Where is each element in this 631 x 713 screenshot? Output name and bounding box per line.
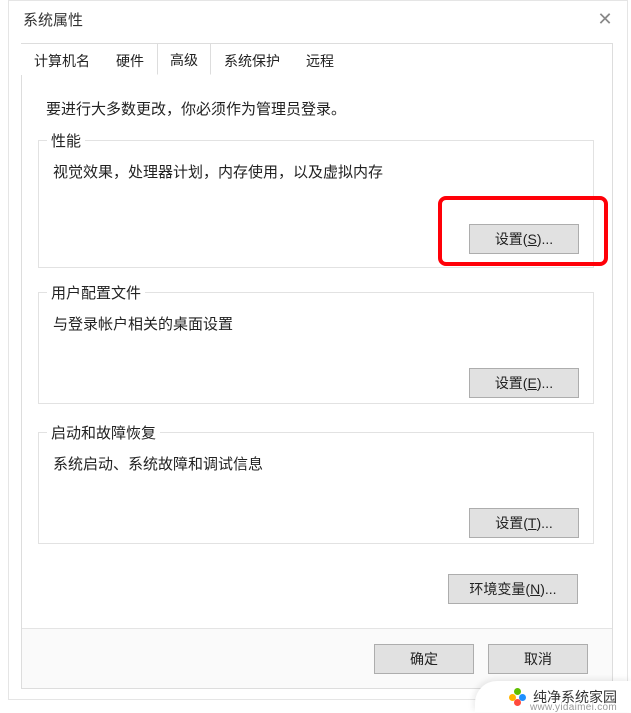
tab-computer-name[interactable]: 计算机名 [21,44,103,75]
group-user-profiles: 用户配置文件 与登录帐户相关的桌面设置 设置(E)... [38,292,594,404]
tab-advanced[interactable]: 高级 [157,43,211,75]
tab-hardware[interactable]: 硬件 [103,44,157,75]
window-title: 系统属性 [23,9,83,30]
ok-button[interactable]: 确定 [374,644,474,674]
window-close-button[interactable]: ✕ [591,5,619,33]
group-startup-recovery-desc: 系统启动、系统故障和调试信息 [53,453,579,474]
tab-system-protection[interactable]: 系统保护 [211,44,293,75]
group-user-profiles-legend: 用户配置文件 [47,282,145,303]
performance-settings-button[interactable]: 设置(S)... [469,224,579,254]
watermark-url: www.yidaimei.com [530,702,617,713]
admin-note: 要进行大多数更改，你必须作为管理员登录。 [46,98,346,119]
environment-variables-button[interactable]: 环境变量(N)... [448,574,578,604]
cancel-button[interactable]: 取消 [488,644,588,674]
group-performance-legend: 性能 [47,130,85,151]
tab-strip: 计算机名 硬件 高级 系统保护 远程 [21,43,347,75]
startup-recovery-settings-button[interactable]: 设置(T)... [469,508,579,538]
group-performance-desc: 视觉效果，处理器计划，内存使用，以及虚拟内存 [53,161,579,182]
close-icon: ✕ [597,9,612,30]
button-label: 设置(E)... [495,373,553,393]
button-label: 设置(S)... [495,229,553,249]
group-user-profiles-desc: 与登录帐户相关的桌面设置 [53,313,579,334]
group-performance: 性能 视觉效果，处理器计划，内存使用，以及虚拟内存 设置(S)... [38,140,594,268]
user-profiles-settings-button[interactable]: 设置(E)... [469,368,579,398]
group-startup-recovery: 启动和故障恢复 系统启动、系统故障和调试信息 设置(T)... [38,432,594,544]
titlebar: 系统属性 ✕ [9,1,627,37]
system-properties-dialog: 系统属性 ✕ 计算机名 硬件 高级 系统保护 远程 要进行大多数更改，你必须作为… [8,0,628,700]
watermark: 纯净系统家园 www.yidaimei.com [475,681,631,712]
tab-remote[interactable]: 远程 [293,44,347,75]
button-label: 环境变量(N)... [469,579,556,599]
dialog-footer: 确定 取消 [22,628,612,688]
watermark-logo-icon [509,688,527,706]
group-startup-recovery-legend: 启动和故障恢复 [47,422,160,443]
button-label: 设置(T)... [495,513,553,533]
dialog-body: 计算机名 硬件 高级 系统保护 远程 要进行大多数更改，你必须作为管理员登录。 … [21,43,613,689]
